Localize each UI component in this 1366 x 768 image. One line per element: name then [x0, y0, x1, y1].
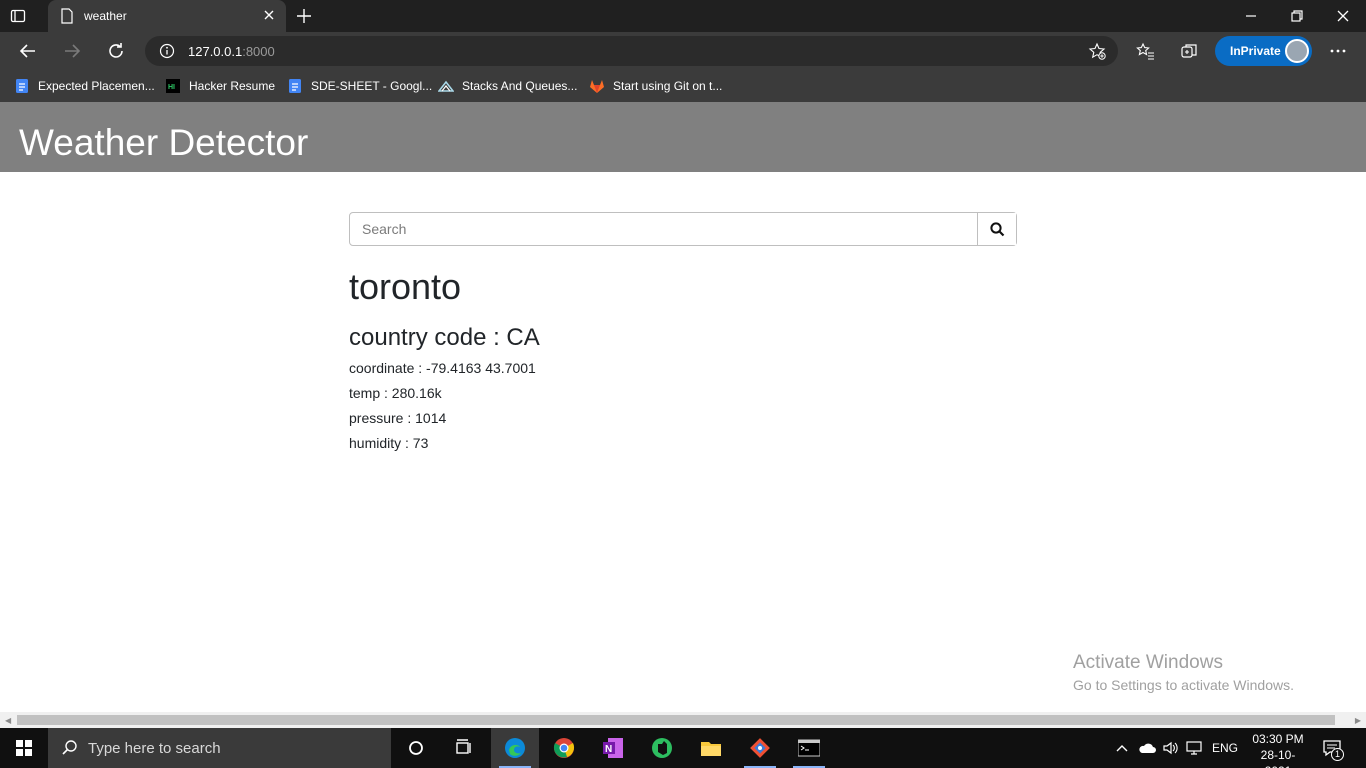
volume-icon[interactable]: [1162, 740, 1180, 756]
google-docs-icon: [289, 79, 301, 93]
forward-icon[interactable]: [62, 41, 82, 61]
network-icon[interactable]: [1186, 740, 1204, 756]
activate-windows-watermark: Activate Windows Go to Settings to activ…: [1073, 652, 1294, 693]
bookmark-start-using-git[interactable]: Start using Git on t...: [589, 78, 722, 94]
search-input[interactable]: [350, 213, 978, 245]
coordinate-text: coordinate : -79.4163 43.7001: [349, 360, 536, 376]
taskbar-chrome[interactable]: [540, 728, 588, 768]
notification-button[interactable]: 1: [1322, 738, 1346, 761]
avatar: [1285, 39, 1309, 63]
scrollbar-thumb[interactable]: [17, 715, 1335, 725]
collections-icon[interactable]: [1179, 41, 1199, 61]
stacks-icon: [438, 80, 454, 92]
back-icon[interactable]: [18, 41, 38, 61]
hackerrank-icon: HI: [166, 79, 180, 93]
google-docs-icon: [16, 79, 28, 93]
taskbar: Type here to search N ENG 03:30 PM 28-10…: [0, 728, 1366, 768]
bookmark-sde-sheet[interactable]: SDE-SHEET - Googl...: [287, 78, 432, 94]
tab-title: weather: [84, 9, 127, 23]
bookmarks-bar: Expected Placemen... HI Hacker Resume SD…: [0, 70, 1366, 102]
clock-date: 28-10-2021: [1260, 748, 1296, 768]
folder-icon: [701, 742, 721, 756]
windows-logo-icon: [16, 740, 32, 756]
search-icon: [62, 740, 77, 755]
svg-text:HI: HI: [168, 84, 175, 91]
city-name: toronto: [349, 266, 462, 307]
search-icon: [990, 222, 1005, 237]
page-icon: [61, 8, 73, 24]
address-bar[interactable]: 127.0.0.1:8000: [145, 36, 1118, 66]
search-group: [349, 212, 1017, 246]
taskbar-evernote[interactable]: [638, 728, 686, 768]
taskbar-edge[interactable]: [491, 728, 539, 768]
task-view-button[interactable]: [440, 728, 488, 768]
restore-icon[interactable]: [1289, 8, 1305, 24]
evernote-icon: [652, 738, 672, 758]
address-toolbar: 127.0.0.1:8000 InPrivate: [0, 32, 1366, 70]
add-favorite-icon[interactable]: [1088, 42, 1106, 60]
terminal-icon: [798, 739, 820, 757]
browser-tab-bar: weather: [0, 0, 1366, 32]
cortana-icon: [409, 741, 423, 755]
bookmark-expected-placements[interactable]: Expected Placemen...: [14, 78, 155, 94]
edge-icon: [505, 738, 525, 758]
tab-actions-icon[interactable]: [10, 8, 26, 24]
close-window-icon[interactable]: [1335, 8, 1351, 24]
temp-text: temp : 280.16k: [349, 385, 442, 401]
refresh-icon[interactable]: [106, 41, 126, 61]
svg-text:N: N: [605, 744, 612, 755]
scroll-left-icon[interactable]: ◀: [5, 716, 11, 725]
onenote-icon: N: [603, 738, 623, 758]
favorites-icon[interactable]: [1135, 41, 1155, 61]
cortana-button[interactable]: [392, 728, 440, 768]
taskbar-onenote[interactable]: N: [589, 728, 637, 768]
page-title: Weather Detector: [19, 122, 309, 163]
clock[interactable]: 03:30 PM 28-10-2021: [1248, 731, 1308, 768]
tab-weather[interactable]: weather: [48, 0, 286, 32]
taskbar-terminal[interactable]: [785, 728, 833, 768]
scroll-right-icon[interactable]: ▶: [1355, 716, 1361, 725]
taskbar-git[interactable]: [736, 728, 784, 768]
bookmark-stacks-and-queues[interactable]: Stacks And Queues...: [438, 78, 577, 94]
horizontal-scrollbar[interactable]: ◀ ▶: [0, 712, 1366, 728]
country-code: country code : CA: [349, 324, 540, 351]
page-header: Weather Detector: [0, 102, 1366, 172]
url-text: 127.0.0.1:8000: [188, 44, 275, 59]
notification-badge: 1: [1331, 748, 1344, 761]
new-tab-icon[interactable]: [294, 6, 314, 26]
minimize-icon[interactable]: [1243, 8, 1259, 24]
search-button[interactable]: [977, 213, 1016, 245]
task-view-icon: [456, 739, 471, 754]
language-indicator[interactable]: ENG: [1212, 741, 1238, 755]
humidity-text: humidity : 73: [349, 435, 429, 451]
bookmark-hacker-resume[interactable]: HI Hacker Resume: [165, 78, 275, 94]
close-tab-icon[interactable]: [262, 8, 276, 22]
site-info-icon[interactable]: [159, 43, 175, 59]
onedrive-icon[interactable]: [1138, 741, 1156, 755]
start-button[interactable]: [0, 728, 48, 768]
chrome-icon: [553, 738, 575, 758]
taskbar-search-box[interactable]: Type here to search: [48, 728, 391, 768]
taskbar-file-explorer[interactable]: [687, 728, 735, 768]
more-options-icon[interactable]: [1328, 41, 1348, 61]
chevron-up-icon[interactable]: [1115, 742, 1129, 754]
inprivate-button[interactable]: InPrivate: [1215, 36, 1312, 66]
clock-time: 03:30 PM: [1252, 732, 1304, 746]
pressure-text: pressure : 1014: [349, 410, 447, 426]
gitlab-icon: [590, 80, 604, 93]
git-icon: [750, 738, 770, 758]
